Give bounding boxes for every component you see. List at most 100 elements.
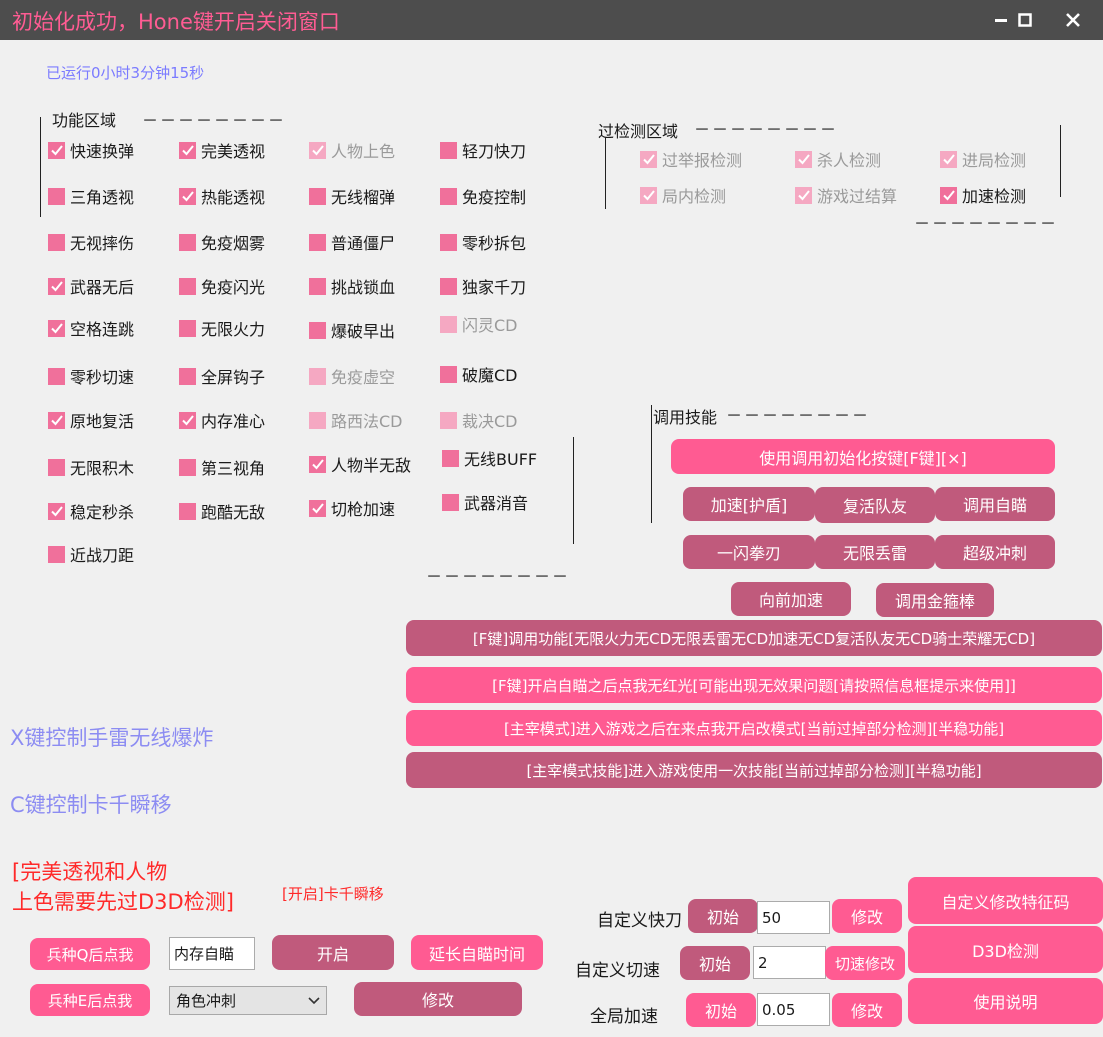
skill-revive-button[interactable]: 复活队友 [815, 487, 935, 523]
detect-area-title: 过检测区域 [598, 122, 679, 141]
function-checkbox[interactable]: 爆破早出 [309, 318, 395, 342]
function-checkbox[interactable]: 无线榴弹 [309, 184, 395, 208]
global-speed-modify-button[interactable]: 修改 [832, 993, 902, 1027]
skill-fist-blade-button[interactable]: 一闪拳刃 [683, 535, 815, 569]
checkbox-box [179, 141, 196, 159]
checkbox-label: 跑酷无敌 [201, 503, 266, 522]
function-checkbox[interactable]: 破魔CD [440, 362, 518, 386]
checkbox-box [48, 141, 65, 159]
function-checkbox[interactable]: 武器消音 [442, 490, 528, 514]
switch-speed-modify-button[interactable]: 切速修改 [825, 946, 905, 980]
dominate-mode-button[interactable]: [主宰模式]进入游戏之后在来点我开启改模式[当前过掉部分检测][半稳功能] [406, 710, 1102, 746]
function-checkbox[interactable]: 闪灵CD [440, 312, 518, 336]
function-checkbox[interactable]: 跑酷无敌 [179, 499, 265, 523]
function-checkbox[interactable]: 无限火力 [179, 316, 265, 340]
dominate-skill-button[interactable]: [主宰模式技能]进入游戏使用一次技能[当前过掉部分检测][半稳功能] [406, 752, 1102, 788]
function-checkbox[interactable]: 普通僵尸 [309, 230, 395, 254]
check-icon [642, 190, 655, 201]
f-key-function-button[interactable]: [F键]调用功能[无限火力无CD无限丢雷无CD加速无CD复活队友无CD骑士荣耀无… [406, 620, 1102, 656]
function-checkbox[interactable]: 零秒切速 [48, 364, 134, 388]
skill-accel-shield-button[interactable]: 加速[护盾] [683, 487, 815, 521]
close-icon [1066, 13, 1080, 27]
global-speed-input[interactable]: 0.05 [757, 993, 830, 1026]
function-checkbox[interactable]: 全屏钩子 [179, 364, 265, 388]
function-checkbox[interactable]: 免疫闪光 [179, 274, 265, 298]
custom-signature-button[interactable]: 自定义修改特征码 [908, 877, 1103, 924]
e-class-button[interactable]: 兵种E后点我 [30, 984, 150, 1016]
skill-init-button[interactable]: 使用调用初始化按键[F键][×] [671, 439, 1055, 474]
fast-knife-modify-button[interactable]: 修改 [832, 899, 902, 933]
skill-aim-button[interactable]: 调用自瞄 [935, 487, 1055, 521]
function-checkbox[interactable]: 无限积木 [48, 455, 134, 479]
close-button[interactable] [1057, 4, 1089, 36]
function-checkbox[interactable]: 第三视角 [179, 455, 265, 479]
function-checkbox[interactable]: 免疫烟雾 [179, 230, 265, 254]
maximize-button[interactable] [1009, 4, 1041, 36]
fast-knife-input[interactable]: 50 [757, 901, 830, 934]
manual-button[interactable]: 使用说明 [908, 978, 1103, 1024]
function-checkbox[interactable]: 路西法CD [309, 408, 403, 432]
skill-select-value: 角色冲刺 [176, 992, 237, 1010]
global-speed-init-button[interactable]: 初始 [686, 993, 756, 1027]
function-checkbox[interactable]: 挑战锁血 [309, 274, 395, 298]
detect-checkbox[interactable]: 游戏过结算 [795, 183, 897, 207]
checkbox-label: 免疫烟雾 [201, 234, 266, 253]
skill-infinite-grenade-button[interactable]: 无限丢雷 [815, 535, 935, 569]
switch-speed-input[interactable]: 2 [753, 946, 826, 979]
function-checkbox[interactable]: 人物上色 [309, 138, 395, 162]
f-key-aim-no-red-button[interactable]: [F键]开启自瞄之后点我无红光[可能出现无效果问题[请按照信息框提示来使用]] [406, 667, 1102, 703]
function-area-right-border [573, 437, 574, 544]
function-checkbox[interactable]: 快速换弹 [48, 138, 134, 162]
checkbox-box [179, 277, 196, 295]
function-checkbox[interactable]: 无线BUFF [442, 446, 537, 470]
function-checkbox[interactable]: 原地复活 [48, 408, 134, 432]
checkbox-label: 破魔CD [462, 366, 518, 385]
function-checkbox[interactable]: 切枪加速 [309, 496, 395, 520]
detect-checkbox[interactable]: 加速检测 [940, 183, 1026, 207]
check-icon [50, 323, 63, 334]
detect-checkbox[interactable]: 过举报检测 [640, 147, 742, 171]
function-checkbox[interactable]: 零秒拆包 [440, 230, 526, 254]
function-checkbox[interactable]: 无视摔伤 [48, 230, 134, 254]
checkbox-label: 进局检测 [962, 151, 1027, 170]
fast-knife-init-button[interactable]: 初始 [688, 899, 758, 933]
function-checkbox[interactable]: 近战刀距 [48, 542, 134, 566]
extend-aim-time-button[interactable]: 延长自瞄时间 [411, 935, 543, 970]
checkbox-box [440, 187, 457, 205]
skill-golden-staff-button[interactable]: 调用金箍棒 [876, 583, 994, 617]
function-checkbox[interactable]: 稳定秒杀 [48, 499, 134, 523]
function-checkbox[interactable]: 空格连跳 [48, 316, 134, 340]
function-checkbox[interactable]: 裁决CD [440, 408, 518, 432]
checkbox-box [440, 277, 457, 295]
modify-skill-button[interactable]: 修改 [354, 982, 522, 1016]
checkbox-box [48, 458, 65, 476]
skill-select[interactable]: 角色冲刺 [169, 986, 327, 1015]
function-checkbox[interactable]: 独家千刀 [440, 274, 526, 298]
switch-speed-init-button[interactable]: 初始 [680, 946, 750, 980]
detect-checkbox[interactable]: 进局检测 [940, 147, 1026, 171]
open-button[interactable]: 开启 [272, 935, 394, 970]
function-checkbox[interactable]: 人物半无敌 [309, 452, 411, 476]
detect-checkbox[interactable]: 杀人检测 [795, 147, 881, 171]
d3d-warning-line2: 上色需要先过D3D检测] [12, 890, 234, 914]
function-checkbox[interactable]: 完美透视 [179, 138, 265, 162]
function-checkbox[interactable]: 免疫虚空 [309, 364, 395, 388]
skill-super-sprint-button[interactable]: 超级冲刺 [935, 535, 1055, 569]
q-class-button[interactable]: 兵种Q后点我 [30, 938, 150, 970]
checkbox-box [179, 233, 196, 251]
checkbox-label: 原地复活 [70, 412, 135, 431]
function-checkbox[interactable]: 热能透视 [179, 184, 265, 208]
function-checkbox[interactable]: 三角透视 [48, 184, 134, 208]
function-checkbox[interactable]: 武器无后 [48, 274, 134, 298]
check-icon [181, 145, 194, 156]
d3d-detect-button[interactable]: D3D检测 [908, 926, 1103, 973]
aim-mode-input[interactable]: 内存自瞄 [169, 937, 255, 970]
function-checkbox[interactable]: 免疫控制 [440, 184, 526, 208]
function-checkbox[interactable]: 轻刀快刀 [440, 138, 526, 162]
detect-checkbox[interactable]: 局内检测 [640, 183, 726, 207]
skill-forward-accel-button[interactable]: 向前加速 [731, 582, 851, 616]
function-checkbox[interactable]: 内存准心 [179, 408, 265, 432]
checkbox-label: 热能透视 [201, 188, 266, 207]
checkbox-box [179, 319, 196, 337]
chevron-down-icon [308, 996, 320, 1004]
